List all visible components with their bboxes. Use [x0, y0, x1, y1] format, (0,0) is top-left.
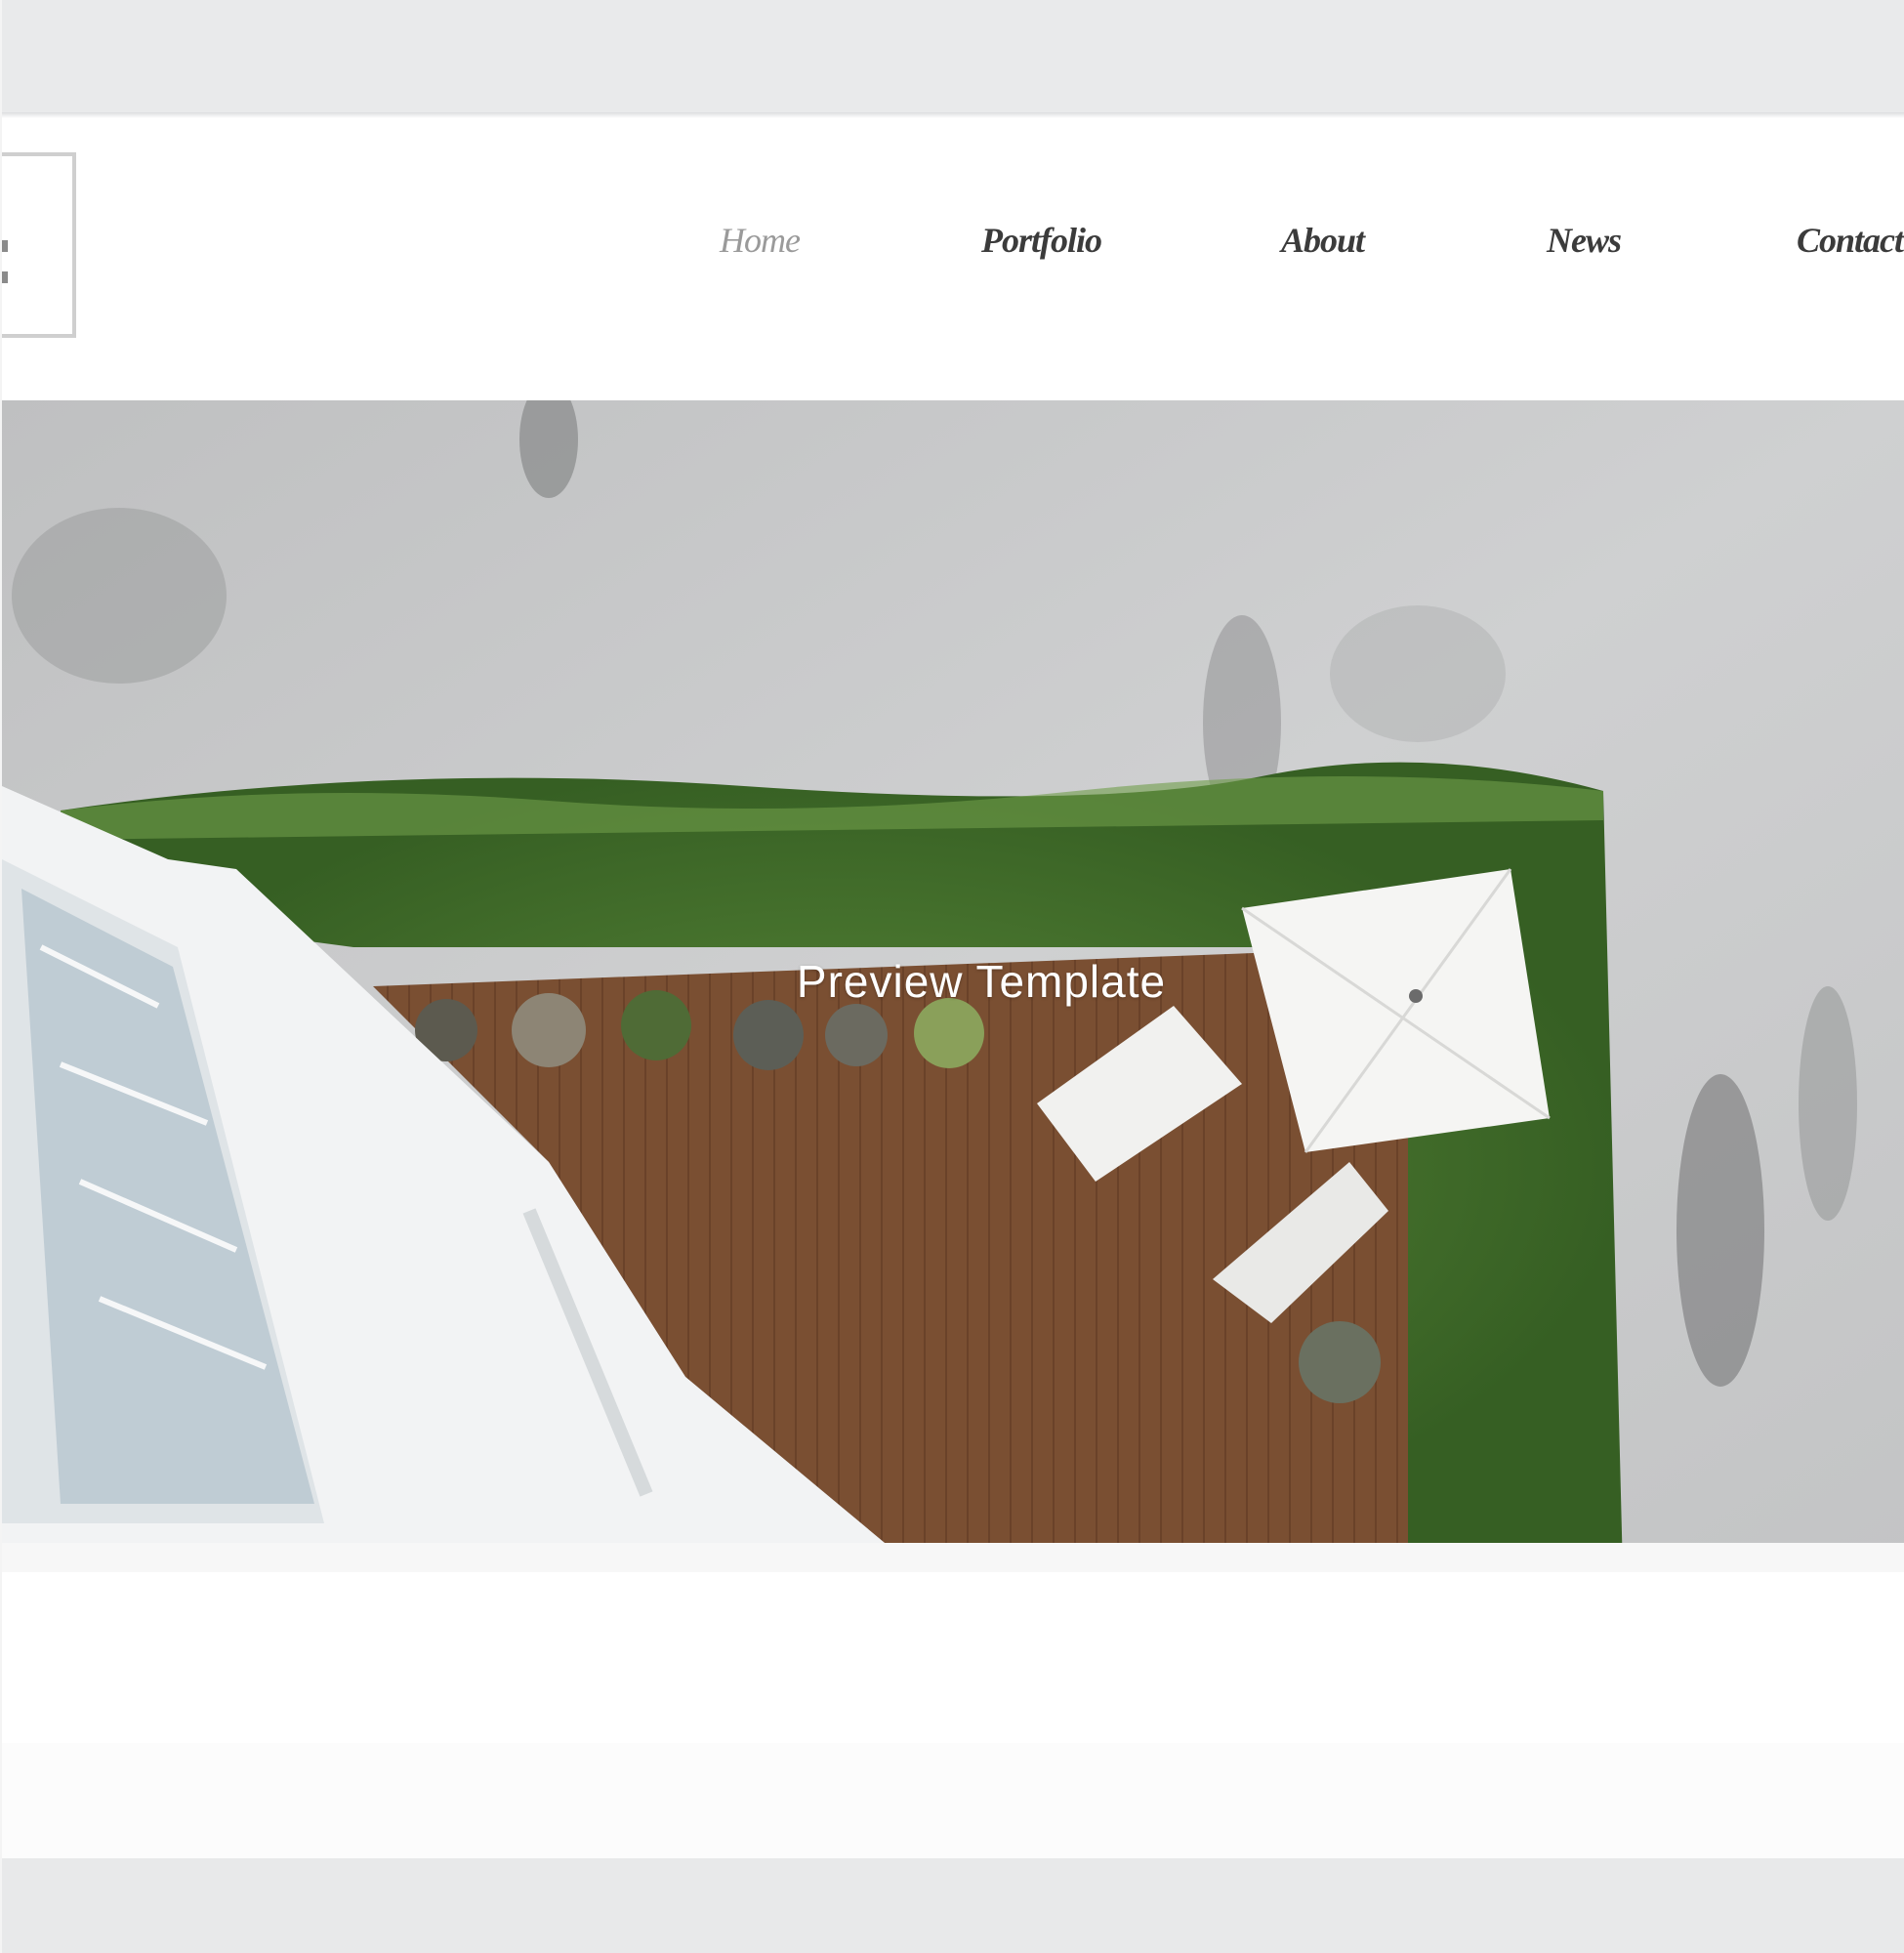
- nav-item-about[interactable]: About: [1281, 220, 1365, 261]
- main-nav: Home Portfolio About News Contact: [0, 220, 1904, 278]
- hero-image[interactable]: Preview Template: [2, 400, 1904, 1572]
- top-band: [0, 0, 1904, 112]
- nav-item-news[interactable]: News: [1547, 220, 1622, 261]
- nav-item-contact[interactable]: Contact: [1797, 220, 1904, 261]
- nav-item-home[interactable]: Home: [720, 220, 801, 261]
- site-header: Home Portfolio About News Contact: [0, 118, 1904, 401]
- left-edge: [0, 0, 2, 1953]
- bottom-band: [0, 1858, 1904, 1953]
- ledge-strip: [0, 1743, 1904, 1858]
- preview-template-label[interactable]: Preview Template: [2, 955, 1904, 1008]
- nav-item-portfolio[interactable]: Portfolio: [981, 220, 1102, 261]
